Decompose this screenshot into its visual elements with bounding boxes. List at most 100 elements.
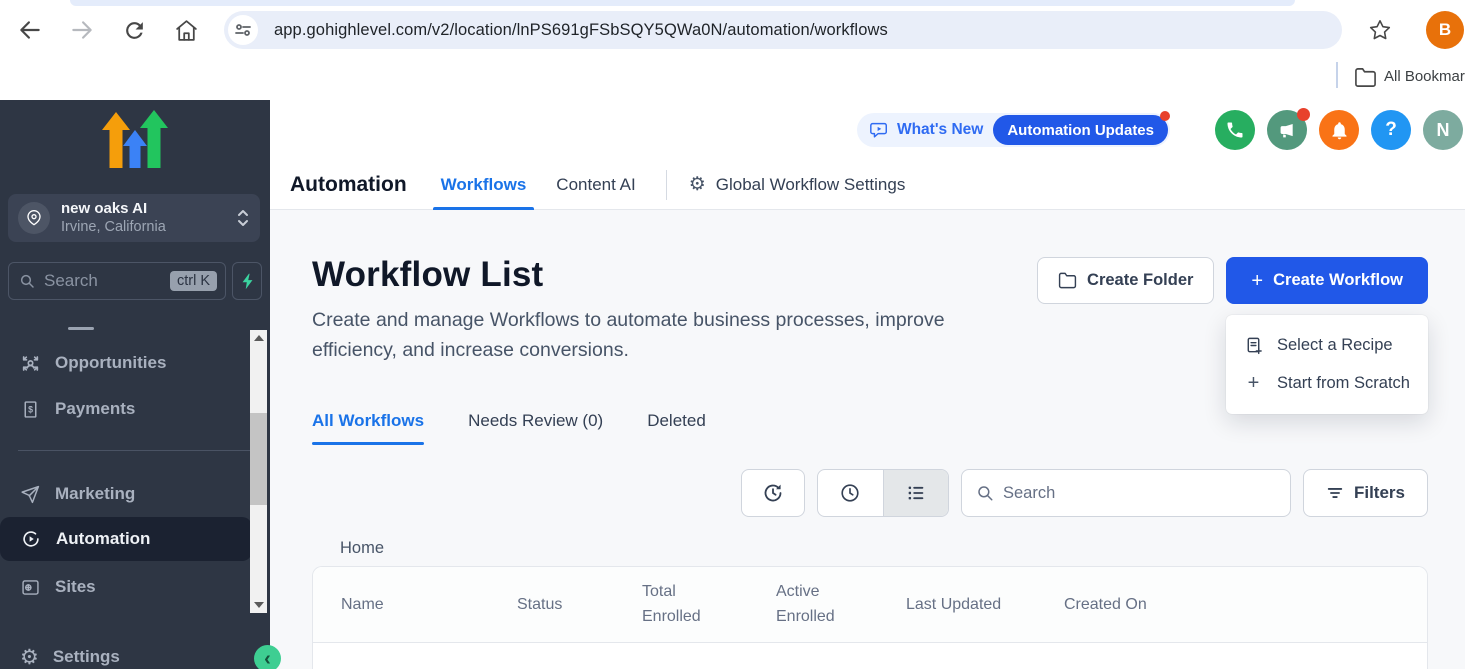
back-button[interactable] (16, 16, 44, 44)
filter-icon (1326, 484, 1344, 502)
list-icon (905, 482, 927, 504)
workflow-search[interactable] (961, 469, 1291, 517)
reload-button[interactable] (120, 16, 148, 44)
column-header-active-enrolled: Active Enrolled (776, 580, 906, 630)
browser-profile-avatar[interactable]: B (1426, 11, 1464, 49)
reload-icon (122, 18, 147, 43)
column-header-created-on: Created On (1064, 593, 1427, 618)
all-bookmarks-button[interactable] (1354, 66, 1377, 89)
account-location: Irvine, California (61, 218, 236, 236)
chevron-left-icon: ‹ (264, 649, 271, 669)
table-header-row: Name Status Total Enrolled Active Enroll… (313, 567, 1427, 643)
gohighlevel-logo (0, 110, 270, 170)
workflow-search-input[interactable] (1003, 484, 1276, 503)
phone-icon (1225, 120, 1245, 140)
plus-icon: + (1251, 271, 1263, 291)
forward-button[interactable] (68, 16, 96, 44)
global-workflow-settings-label: Global Workflow Settings (716, 175, 906, 195)
tab-content-ai[interactable]: Content AI (556, 160, 635, 210)
announcements-button[interactable] (1267, 110, 1307, 150)
bookmark-star-button[interactable] (1368, 18, 1392, 42)
tab-deleted[interactable]: Deleted (647, 411, 706, 445)
gear-icon: ⚙ (20, 647, 39, 668)
execution-logs-button[interactable] (741, 469, 805, 517)
create-folder-button[interactable]: Create Folder (1037, 257, 1214, 304)
payments-icon: $ (20, 399, 41, 420)
sidebar: new oaks AI Irvine, California ctrl K (0, 100, 270, 669)
sidebar-search-row: ctrl K (8, 262, 262, 300)
notification-dot (1297, 108, 1310, 121)
breadcrumb-home[interactable]: Home (340, 539, 384, 557)
automation-updates-badge[interactable]: Automation Updates (993, 115, 1168, 145)
plus-icon: + (1244, 373, 1263, 393)
sidebar-item-opportunities[interactable]: Opportunities (0, 346, 252, 380)
sidebar-search-input[interactable] (44, 271, 170, 291)
filters-button[interactable]: Filters (1303, 469, 1428, 517)
main-area: What's New Automation Updates (270, 100, 1465, 669)
address-bar[interactable]: app.gohighlevel.com/v2/location/lnPS691g… (224, 11, 1342, 49)
megaphone-icon (1278, 121, 1297, 140)
triangle-down-icon (254, 602, 264, 608)
breadcrumb[interactable]: Home (312, 539, 1428, 558)
list-toolbar: Filters (312, 469, 1428, 517)
list-view-button[interactable] (883, 470, 948, 516)
help-button[interactable]: ? (1371, 110, 1411, 150)
sidebar-item-sites[interactable]: Sites (0, 570, 252, 604)
menu-item-select-recipe[interactable]: Select a Recipe (1226, 327, 1428, 364)
automation-updates-label: Automation Updates (1007, 122, 1154, 139)
sidebar-item-payments[interactable]: $ Payments (0, 392, 252, 426)
whats-new-pill[interactable]: What's New Automation Updates (857, 113, 1170, 147)
home-button[interactable] (172, 16, 200, 44)
quick-actions-button[interactable] (232, 262, 262, 300)
automation-icon (20, 528, 42, 550)
back-arrow-icon (17, 17, 43, 43)
scroll-down-button[interactable] (250, 597, 267, 613)
table-body (313, 643, 1427, 669)
tab-all-workflows[interactable]: All Workflows (312, 411, 424, 445)
tab-needs-review[interactable]: Needs Review (0) (468, 411, 603, 445)
chevron-up-down-icon (236, 208, 250, 228)
browser-profile-initial: B (1439, 20, 1451, 40)
recipe-icon (1244, 336, 1263, 355)
create-workflow-label: Create Workflow (1273, 271, 1403, 290)
sidebar-search[interactable]: ctrl K (8, 262, 226, 300)
question-mark-icon: ? (1385, 119, 1397, 141)
all-bookmarks-label[interactable]: All Bookmarks (1384, 68, 1465, 85)
time-view-button[interactable] (818, 470, 883, 516)
map-pin-icon (26, 210, 42, 226)
search-icon (976, 484, 994, 502)
sidebar-scrollbar[interactable] (250, 330, 267, 613)
sidebar-item-label: Marketing (55, 484, 135, 504)
phone-button[interactable] (1215, 110, 1255, 150)
search-shortcut-badge: ctrl K (170, 271, 217, 291)
nav-divider (666, 170, 667, 200)
sidebar-item-automation[interactable]: Automation (0, 517, 252, 561)
create-workflow-button[interactable]: + Create Workflow (1226, 257, 1428, 304)
folder-icon (1354, 66, 1377, 89)
sidebar-item-settings[interactable]: ⚙ Settings (0, 640, 252, 669)
notification-dot (1160, 111, 1170, 121)
workflow-table: Name Status Total Enrolled Active Enroll… (312, 566, 1428, 669)
history-clock-icon (761, 481, 785, 505)
tab-workflows[interactable]: Workflows (441, 160, 527, 210)
tune-icon (234, 21, 252, 39)
notifications-button[interactable] (1319, 110, 1359, 150)
column-header-total-enrolled: Total Enrolled (642, 580, 776, 630)
marketing-icon (20, 484, 41, 505)
hero-text: Workflow List Create and manage Workflow… (312, 255, 1012, 365)
automation-nav-bar: Automation Workflows Content AI ⚙ Global… (270, 160, 1465, 210)
filters-label: Filters (1354, 483, 1405, 503)
site-info-button[interactable] (228, 15, 258, 45)
location-switcher[interactable]: new oaks AI Irvine, California (8, 194, 260, 242)
url-text[interactable]: app.gohighlevel.com/v2/location/lnPS691g… (274, 21, 888, 40)
scroll-up-button[interactable] (250, 330, 267, 346)
scrollbar-thumb[interactable] (250, 413, 267, 505)
scrolled-item-remnant (68, 327, 94, 330)
workflow-filter-tabs: All Workflows Needs Review (0) Deleted (312, 411, 1428, 445)
global-workflow-settings-link[interactable]: ⚙ Global Workflow Settings (689, 175, 906, 195)
sidebar-item-marketing[interactable]: Marketing (0, 477, 252, 511)
menu-item-start-from-scratch[interactable]: + Start from Scratch (1226, 364, 1428, 402)
sidebar-collapse-button[interactable]: ‹ (254, 645, 281, 669)
user-avatar[interactable]: N (1423, 110, 1463, 150)
whats-new-icon (869, 120, 889, 140)
